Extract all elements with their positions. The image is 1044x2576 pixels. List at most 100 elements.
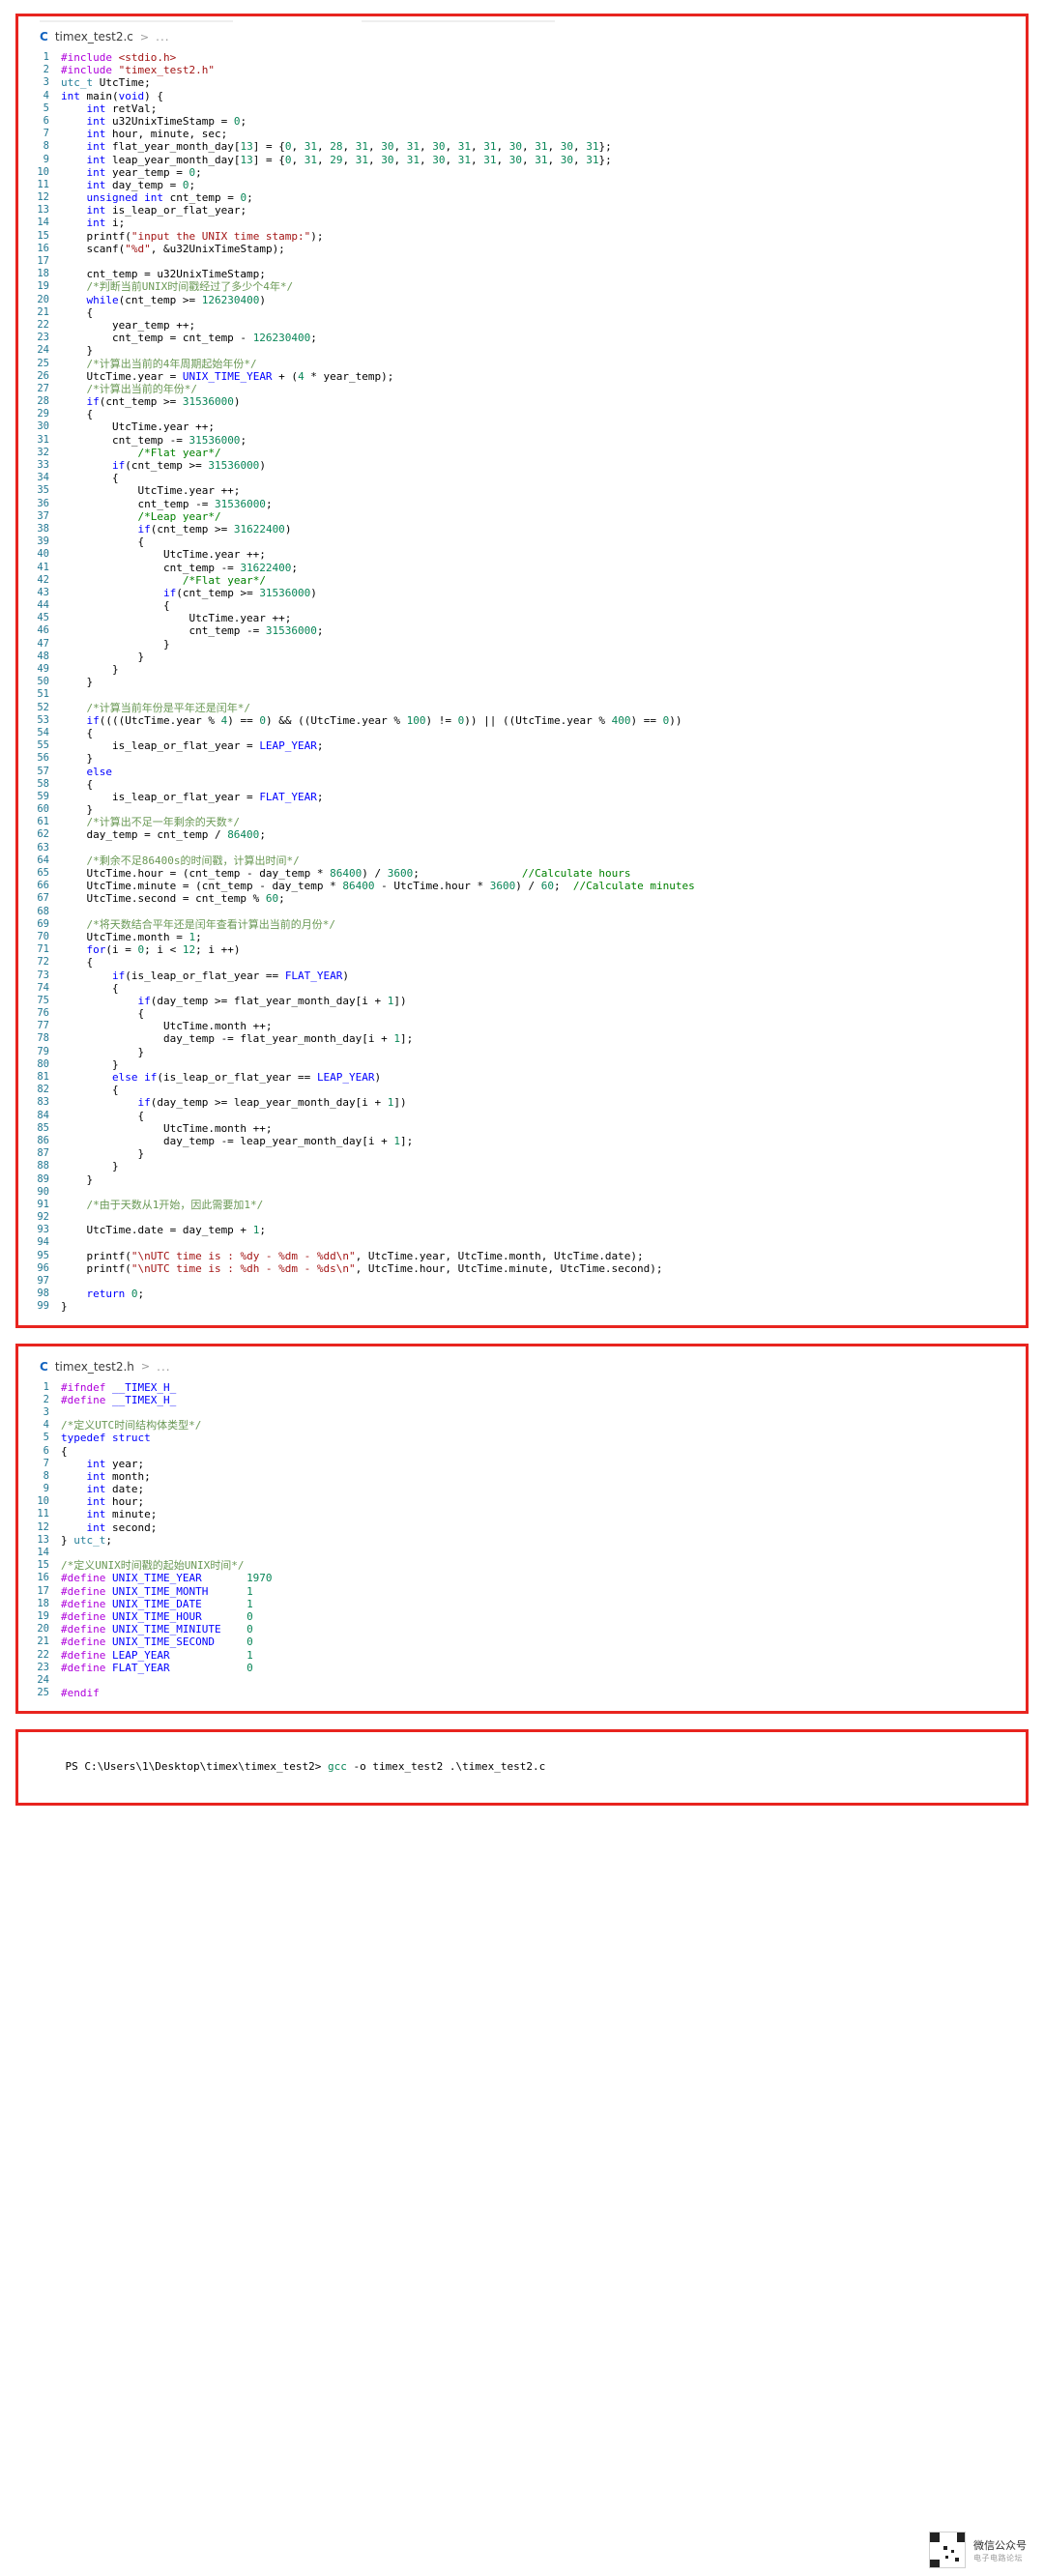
breadcrumb-file-name[interactable]: timex_test2.h	[55, 1360, 134, 1374]
code-line[interactable]: 21 #define UNIX_TIME_SECOND 0	[18, 1635, 1026, 1648]
code-line[interactable]: 43 if(cnt_temp >= 31536000)	[18, 587, 1026, 599]
line-source[interactable]: }	[61, 803, 1026, 816]
line-source[interactable]: cnt_temp -= 31536000;	[61, 624, 1026, 637]
code-line[interactable]: 20 #define UNIX_TIME_MINIUTE 0	[18, 1623, 1026, 1635]
line-source[interactable]: unsigned int cnt_temp = 0;	[61, 191, 1026, 204]
line-source[interactable]: /*由于天数从1开始，因此需要加1*/	[61, 1199, 1026, 1211]
line-source[interactable]: {	[61, 982, 1026, 995]
line-source[interactable]: int u32UnixTimeStamp = 0;	[61, 115, 1026, 128]
line-source[interactable]: {	[61, 535, 1026, 548]
code-line[interactable]: 62 day_temp = cnt_temp / 86400;	[18, 828, 1026, 841]
line-source[interactable]: typedef struct	[61, 1432, 1026, 1444]
code-line[interactable]: 17	[18, 255, 1026, 268]
line-source[interactable]: {	[61, 472, 1026, 484]
code-line[interactable]: 52 /*计算当前年份是平年还是闰年*/	[18, 702, 1026, 714]
code-editor-h-file[interactable]: 1 #ifndef __TIMEX_H_ 2 #define __TIMEX_H_ 3 …	[18, 1381, 1026, 1700]
code-line[interactable]: 27 /*计算出当前的年份*/	[18, 383, 1026, 395]
line-source[interactable]: return 0;	[61, 1288, 1026, 1300]
line-source[interactable]: UtcTime.year ++;	[61, 420, 1026, 433]
code-line[interactable]: 85 UtcTime.month ++;	[18, 1122, 1026, 1135]
line-source[interactable]: {	[61, 1110, 1026, 1122]
line-source[interactable]: int date;	[61, 1483, 1026, 1495]
line-source[interactable]: /*Flat year*/	[61, 447, 1026, 459]
code-line[interactable]: 60 }	[18, 803, 1026, 816]
code-line[interactable]: 54 {	[18, 727, 1026, 739]
code-line[interactable]: 84 {	[18, 1110, 1026, 1122]
code-line[interactable]: 68	[18, 906, 1026, 918]
code-line[interactable]: 5 typedef struct	[18, 1432, 1026, 1444]
breadcrumb-ellipsis[interactable]: ...	[156, 30, 169, 43]
line-source[interactable]: int hour;	[61, 1495, 1026, 1508]
code-line[interactable]: 15 /*定义UNIX时间戳的起始UNIX时间*/	[18, 1559, 1026, 1572]
line-source[interactable]: #define LEAP_YEAR 1	[61, 1649, 1026, 1662]
line-source[interactable]	[61, 906, 1026, 918]
code-line[interactable]: 93 UtcTime.date = day_temp + 1;	[18, 1224, 1026, 1236]
line-source[interactable]: scanf("%d", &u32UnixTimeStamp);	[61, 243, 1026, 255]
code-line[interactable]: 99}	[18, 1300, 1026, 1313]
line-source[interactable]	[61, 688, 1026, 701]
line-source[interactable]: #define UNIX_TIME_DATE 1	[61, 1598, 1026, 1610]
code-line[interactable]: 22 #define LEAP_YEAR 1	[18, 1649, 1026, 1662]
code-line[interactable]: 59 is_leap_or_flat_year = FLAT_YEAR;	[18, 791, 1026, 803]
line-source[interactable]: #include "timex_test2.h"	[61, 64, 1026, 76]
line-source[interactable]: }	[61, 1147, 1026, 1160]
code-line[interactable]: 42 /*Flat year*/	[18, 574, 1026, 587]
line-source[interactable]: if(is_leap_or_flat_year == FLAT_YEAR)	[61, 970, 1026, 982]
code-line[interactable]: 56 }	[18, 752, 1026, 765]
line-source[interactable]: {	[61, 408, 1026, 420]
code-line[interactable]: 6 int u32UnixTimeStamp = 0;	[18, 115, 1026, 128]
line-source[interactable]: int flat_year_month_day[13] = {0, 31, 28…	[61, 140, 1026, 153]
code-line[interactable]: 74 {	[18, 982, 1026, 995]
code-line[interactable]: 8 int flat_year_month_day[13] = {0, 31, …	[18, 140, 1026, 153]
line-source[interactable]: utc_t UtcTime;	[61, 76, 1026, 89]
line-source[interactable]: /*计算当前年份是平年还是闰年*/	[61, 702, 1026, 714]
line-source[interactable]: #endif	[61, 1687, 1026, 1699]
code-line[interactable]: 79 }	[18, 1046, 1026, 1058]
code-line[interactable]: 4 int main(void) {	[18, 90, 1026, 102]
line-source[interactable]: #define UNIX_TIME_HOUR 0	[61, 1610, 1026, 1623]
line-source[interactable]: if((((UtcTime.year % 4) == 0) && ((UtcTi…	[61, 714, 1026, 727]
code-line[interactable]: 86 day_temp -= leap_year_month_day[i + 1…	[18, 1135, 1026, 1147]
line-source[interactable]: for(i = 0; i < 12; i ++)	[61, 943, 1026, 956]
line-source[interactable]: }	[61, 1160, 1026, 1172]
code-line[interactable]: 95 printf("\nUTC time is : %dy - %dm - %…	[18, 1250, 1026, 1262]
code-line[interactable]: 21 {	[18, 306, 1026, 319]
line-source[interactable]: }	[61, 638, 1026, 651]
code-line[interactable]: 10 int year_temp = 0;	[18, 166, 1026, 179]
line-source[interactable]: /*判断当前UNIX时间戳经过了多少个4年*/	[61, 280, 1026, 293]
code-line[interactable]: 16 #define UNIX_TIME_YEAR 1970	[18, 1572, 1026, 1584]
line-source[interactable]: #define UNIX_TIME_MINIUTE 0	[61, 1623, 1026, 1635]
code-line[interactable]: 69 /*将天数结合平年还是闰年查看计算出当前的月份*/	[18, 918, 1026, 931]
code-line[interactable]: 81 else if(is_leap_or_flat_year == LEAP_…	[18, 1071, 1026, 1084]
line-source[interactable]: int retVal;	[61, 102, 1026, 115]
code-line[interactable]: 87 }	[18, 1147, 1026, 1160]
line-source[interactable]: int year_temp = 0;	[61, 166, 1026, 179]
line-source[interactable]: int year;	[61, 1458, 1026, 1470]
code-line[interactable]: 35 UtcTime.year ++;	[18, 484, 1026, 497]
code-line[interactable]: 71 for(i = 0; i < 12; i ++)	[18, 943, 1026, 956]
line-source[interactable]	[61, 255, 1026, 268]
line-source[interactable]: UtcTime.month = 1;	[61, 931, 1026, 943]
line-source[interactable]	[61, 1406, 1026, 1419]
breadcrumb-file-name[interactable]: timex_test2.c	[55, 30, 133, 43]
code-line[interactable]: 66 UtcTime.minute = (cnt_temp - day_temp…	[18, 880, 1026, 892]
line-source[interactable]: UtcTime.hour = (cnt_temp - day_temp * 86…	[61, 867, 1026, 880]
code-line[interactable]: 10 int hour;	[18, 1495, 1026, 1508]
line-source[interactable]: /*计算出当前的4年周期起始年份*/	[61, 358, 1026, 370]
code-line[interactable]: 73 if(is_leap_or_flat_year == FLAT_YEAR)	[18, 970, 1026, 982]
code-line[interactable]: 16 scanf("%d", &u32UnixTimeStamp);	[18, 243, 1026, 255]
line-source[interactable]: UtcTime.second = cnt_temp % 60;	[61, 892, 1026, 905]
line-source[interactable]: }	[61, 663, 1026, 676]
line-source[interactable]: {	[61, 599, 1026, 612]
code-line[interactable]: 97	[18, 1275, 1026, 1288]
line-source[interactable]: day_temp = cnt_temp / 86400;	[61, 828, 1026, 841]
line-source[interactable]: UtcTime.month ++;	[61, 1122, 1026, 1135]
code-line[interactable]: 89 }	[18, 1173, 1026, 1186]
line-source[interactable]: int i;	[61, 217, 1026, 229]
line-source[interactable]: int hour, minute, sec;	[61, 128, 1026, 140]
code-line[interactable]: 98 return 0;	[18, 1288, 1026, 1300]
code-line[interactable]: 3 utc_t UtcTime;	[18, 76, 1026, 89]
code-line[interactable]: 4 /*定义UTC时间结构体类型*/	[18, 1419, 1026, 1432]
line-source[interactable]: is_leap_or_flat_year = LEAP_YEAR;	[61, 739, 1026, 752]
code-line[interactable]: 45 UtcTime.year ++;	[18, 612, 1026, 624]
